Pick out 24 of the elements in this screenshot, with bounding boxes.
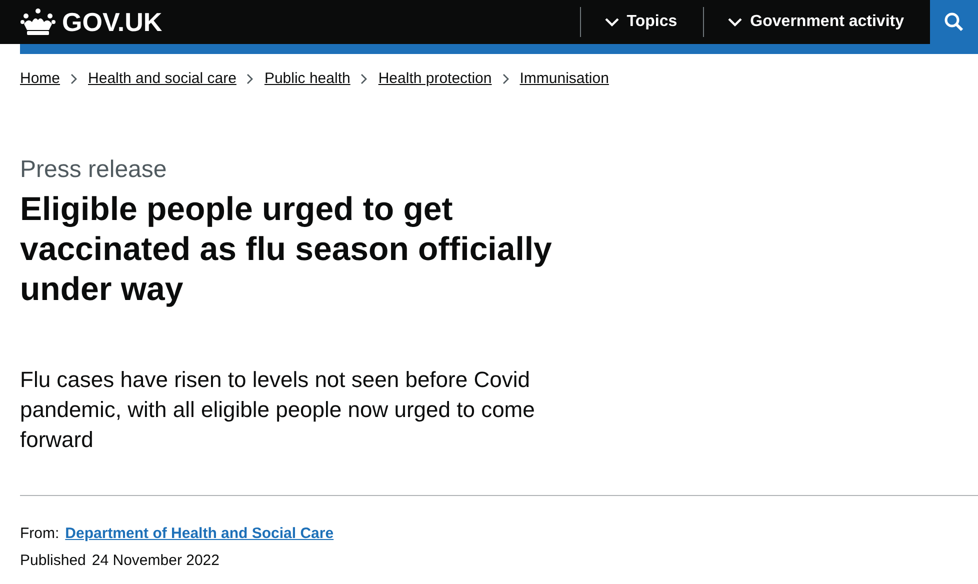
from-label: From: (20, 524, 60, 544)
breadcrumb-link[interactable]: Home (20, 70, 60, 87)
chevron-down-icon (604, 17, 619, 27)
breadcrumb-link[interactable]: Public health (264, 70, 350, 87)
document-type-caption: Press release (20, 155, 168, 185)
organisation-link[interactable]: Department of Health and Social Care (65, 520, 334, 547)
chevron-right-icon (360, 72, 368, 84)
chevron-right-icon (246, 72, 254, 84)
breadcrumb-link[interactable]: Health protection (378, 70, 492, 87)
search-button[interactable] (930, 0, 978, 44)
logo-text[interactable]: GOV.UK (62, 6, 162, 38)
nav-menu-button[interactable]: Government activity (704, 0, 930, 44)
lead-paragraph: Flu cases have risen to levels not seen before Covid pandemic, with all eligible people now urged to come forward (20, 366, 536, 454)
published-label: Published (20, 551, 86, 571)
published-date: 24 November 2022 (92, 551, 220, 571)
breadcrumb-link[interactable]: Health and social care (88, 70, 236, 87)
breadcrumb-link[interactable]: Immunisation (520, 70, 609, 87)
chevron-down-icon (728, 17, 742, 27)
chevron-right-icon (70, 72, 78, 84)
nav-menu-button[interactable]: Topics (580, 0, 704, 44)
crown-icon (20, 8, 56, 36)
chevron-right-icon (502, 72, 510, 84)
search-icon (944, 12, 964, 32)
page-title: Eligible people urged to get vaccinated as flu season officially under way (20, 189, 553, 309)
